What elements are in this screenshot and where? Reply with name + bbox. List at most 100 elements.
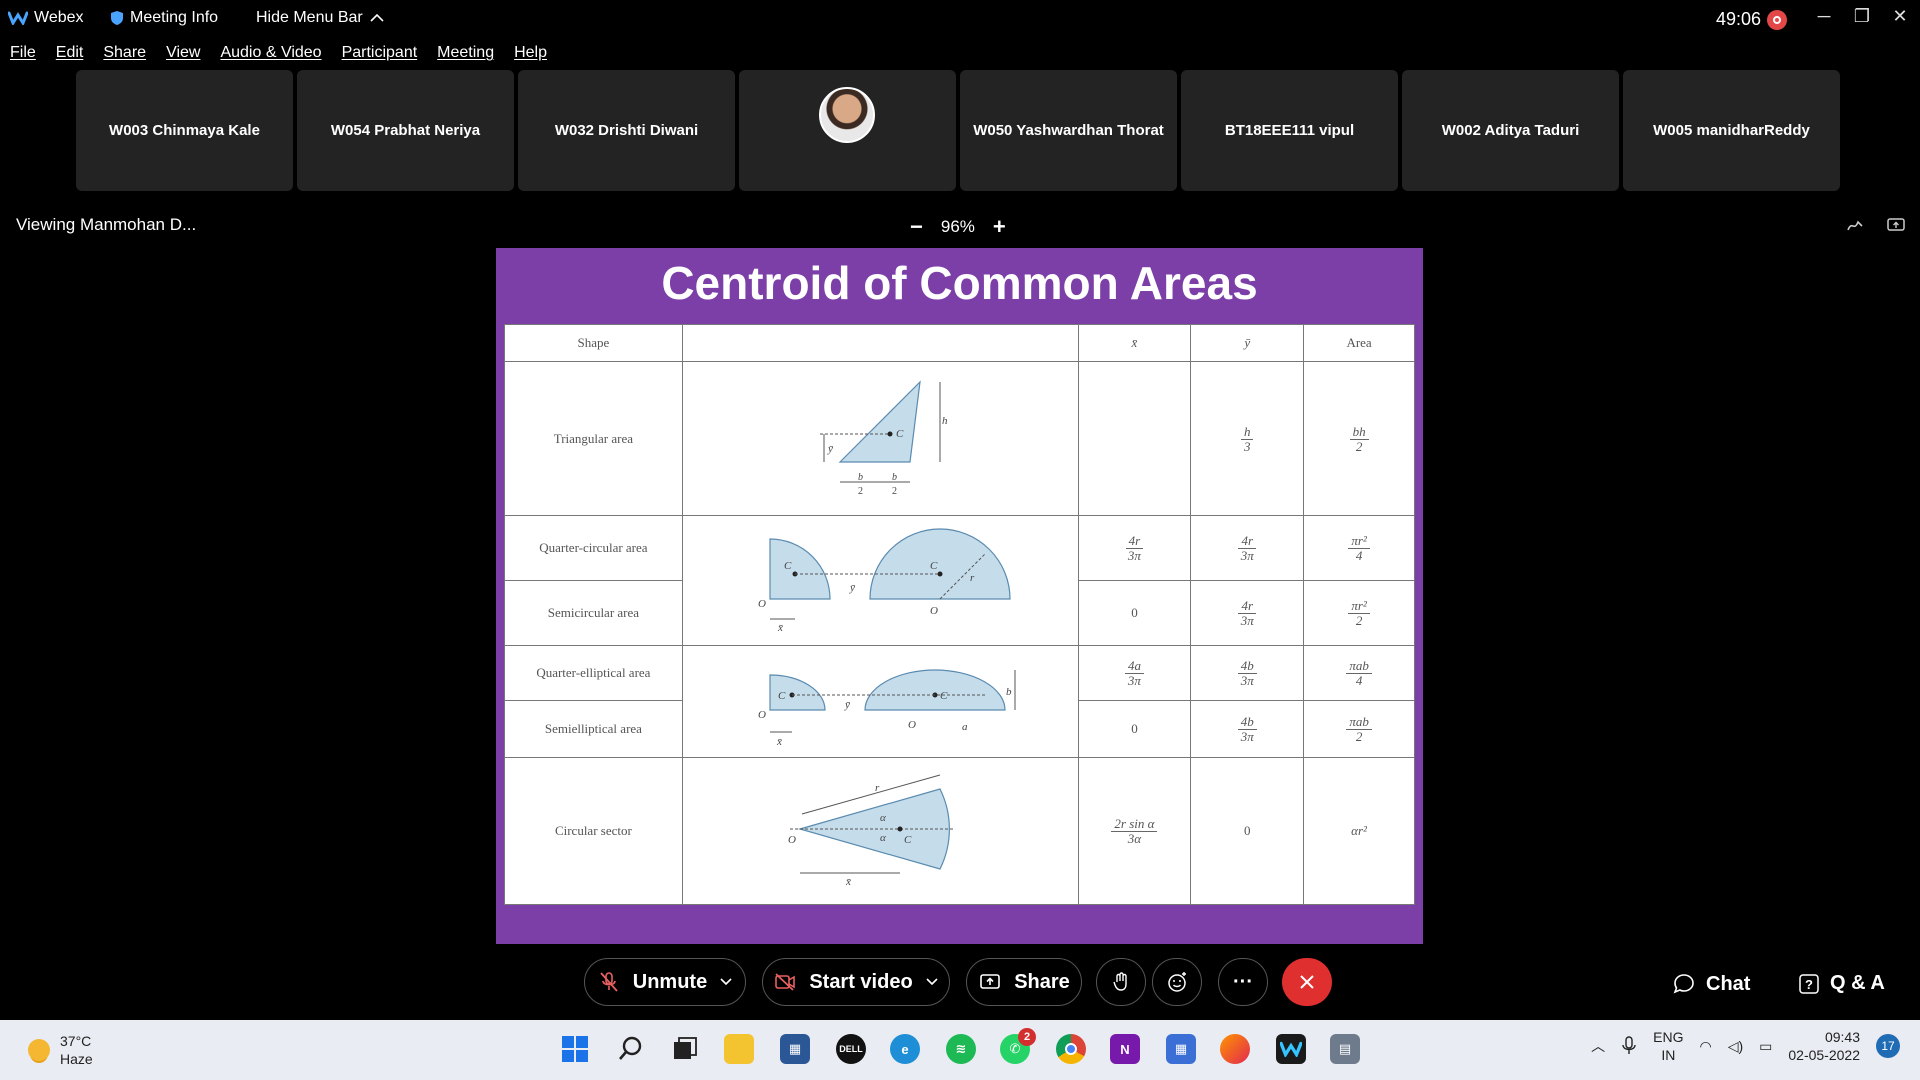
chat-button[interactable]: Chat <box>1672 972 1750 996</box>
store-icon[interactable]: ▦ <box>780 1034 810 1064</box>
menu-share[interactable]: Share <box>93 44 156 68</box>
meeting-timer: 49:06 <box>1716 9 1788 30</box>
chrome-icon[interactable] <box>1056 1034 1086 1064</box>
sec-xbar-label: x̄ <box>845 876 851 888</box>
search-icon[interactable] <box>616 1034 646 1064</box>
table-row: Circular sector C O α α r x̄ 2r sin α 3α… <box>504 757 1415 905</box>
firefox-icon[interactable] <box>1220 1034 1250 1064</box>
weather-widget[interactable]: 37°C Haze <box>28 1032 93 1068</box>
menu-help[interactable]: Help <box>504 44 557 68</box>
participant-tile[interactable]: W005 manidharReddy <box>1623 70 1840 191</box>
qa-label: Q & A <box>1830 972 1885 994</box>
participant-tile[interactable]: W054 Prabhat Neriya <box>297 70 514 191</box>
notification-count[interactable]: 17 <box>1876 1034 1900 1058</box>
shape-name: Semielliptical area <box>504 700 683 758</box>
clock-time: 09:43 <box>1824 1029 1860 1045</box>
tri-h-label: h <box>942 415 948 427</box>
share-button[interactable]: Share <box>966 958 1082 1006</box>
table-header-row: Shape x̄ ȳ Area <box>504 324 1415 362</box>
participant-tile[interactable]: W050 Yashwardhan Thorat <box>960 70 1177 191</box>
language-indicator[interactable]: ENG IN <box>1653 1028 1683 1064</box>
participant-tile[interactable]: W002 Aditya Taduri <box>1402 70 1619 191</box>
file-explorer-icon[interactable] <box>724 1034 754 1064</box>
menu-file[interactable]: File <box>0 44 46 68</box>
header-area: Area <box>1303 324 1415 362</box>
edge-icon[interactable]: e <box>890 1034 920 1064</box>
wifi-icon[interactable]: ◠ <box>1699 1038 1711 1055</box>
participant-tile[interactable]: W003 Chinmaya Kale <box>76 70 293 191</box>
raise-hand-button[interactable] <box>1096 958 1146 1006</box>
participant-name: W002 Aditya Taduri <box>1441 122 1580 139</box>
participant-name: W054 Prabhat Neriya <box>330 122 481 139</box>
ellipse-diagram: C O C O a b ȳ x̄ <box>681 645 1079 758</box>
battery-icon[interactable]: ▭ <box>1759 1038 1772 1055</box>
dell-icon[interactable]: DELL <box>836 1034 866 1064</box>
clock[interactable]: 09:43 02-05-2022 <box>1788 1028 1860 1064</box>
smiley-icon <box>1168 972 1186 992</box>
menu-meeting[interactable]: Meeting <box>427 44 504 68</box>
task-view-icon[interactable] <box>670 1034 700 1064</box>
viewing-label: Viewing Manmohan D... <box>16 215 197 234</box>
hide-menu-bar-button[interactable]: Hide Menu Bar <box>256 9 385 27</box>
participant-strip: W003 Chinmaya Kale W054 Prabhat Neriya W… <box>76 70 1840 191</box>
recording-icon <box>1767 9 1788 30</box>
circ-xbar-label: x̄ <box>777 622 783 634</box>
tri-b-label: b <box>858 472 863 483</box>
volume-icon[interactable]: ◁) <box>1728 1038 1743 1055</box>
whatsapp-icon[interactable]: ✆ 2 <box>1000 1028 1036 1064</box>
table-row: Triangular area C h ȳ b 2 b 2 h 3 bh 2 <box>504 361 1415 516</box>
close-window-icon[interactable]: ✕ <box>1880 6 1920 27</box>
menu-view[interactable]: View <box>156 44 210 68</box>
sector-figure: C O α α r x̄ <box>788 774 956 888</box>
sec-o-label: O <box>788 834 796 846</box>
more-options-button[interactable]: ··· <box>1218 958 1268 1006</box>
menu-audio-video[interactable]: Audio & Video <box>210 44 331 68</box>
shield-icon <box>111 11 123 25</box>
xbar-cell: 2r sin α 3α <box>1077 757 1192 905</box>
meeting-info-label: Meeting Info <box>130 9 219 26</box>
elliptical-figure: C O C O a b ȳ x̄ <box>758 668 1016 748</box>
shape-name: Circular sector <box>504 757 683 905</box>
xbar-cell: 0 <box>1077 580 1192 646</box>
zoom-in-button[interactable]: + <box>993 214 1006 240</box>
xbar-cell: 4r 3π <box>1077 515 1192 581</box>
minimize-icon[interactable]: ─ <box>1804 6 1844 27</box>
xbar-cell <box>1077 361 1192 516</box>
share-screen-icon[interactable] <box>1886 216 1906 234</box>
participant-tile[interactable]: W032 Drishti Diwani <box>518 70 735 191</box>
circ-c-label: C <box>784 560 792 572</box>
menu-participant[interactable]: Participant <box>332 44 428 68</box>
calculator-icon[interactable]: ▤ <box>1330 1034 1360 1064</box>
chevron-up-icon[interactable]: ︿ <box>1591 1036 1605 1056</box>
participant-tile-host[interactable] <box>739 70 956 191</box>
participant-name: W005 manidharReddy <box>1653 122 1810 139</box>
circle-diagram: C O C r O ȳ x̄ <box>681 515 1079 646</box>
start-icon[interactable] <box>560 1034 590 1064</box>
reactions-button[interactable] <box>1152 958 1202 1006</box>
spotify-icon[interactable]: ≋ <box>946 1034 976 1064</box>
app-title: Webex <box>8 9 84 27</box>
hand-icon <box>1113 972 1127 991</box>
microphone-icon[interactable] <box>1621 1036 1637 1056</box>
clock-date: 02-05-2022 <box>1788 1047 1860 1063</box>
participant-tile[interactable]: BT18EEE111 vipul <box>1181 70 1398 191</box>
sun-haze-icon <box>28 1039 50 1061</box>
onenote-icon[interactable]: N <box>1110 1034 1140 1064</box>
meeting-info-button[interactable]: Meeting Info <box>110 9 218 27</box>
menu-edit[interactable]: Edit <box>46 44 94 68</box>
unmute-button[interactable]: Unmute <box>584 958 746 1006</box>
restore-icon[interactable]: ❐ <box>1842 6 1882 27</box>
qa-button[interactable]: ? Q & A <box>1798 972 1885 995</box>
calendar-icon[interactable]: ▦ <box>1166 1034 1196 1064</box>
start-video-button[interactable]: Start video <box>762 958 950 1006</box>
area-cell: πab 2 <box>1303 700 1415 758</box>
zoom-out-button[interactable]: − <box>910 214 923 240</box>
webex-taskbar-icon[interactable] <box>1276 1034 1306 1064</box>
xbar-cell: 0 <box>1077 700 1192 758</box>
centroid-table: Shape x̄ ȳ Area Triangular area C h ȳ b … <box>504 324 1415 905</box>
annotate-icon[interactable] <box>1846 216 1866 234</box>
circ-c-label-2: C <box>930 560 938 572</box>
ybar-cell: 4b 3π <box>1190 645 1305 701</box>
avatar <box>819 87 875 143</box>
leave-meeting-button[interactable] <box>1282 958 1332 1006</box>
